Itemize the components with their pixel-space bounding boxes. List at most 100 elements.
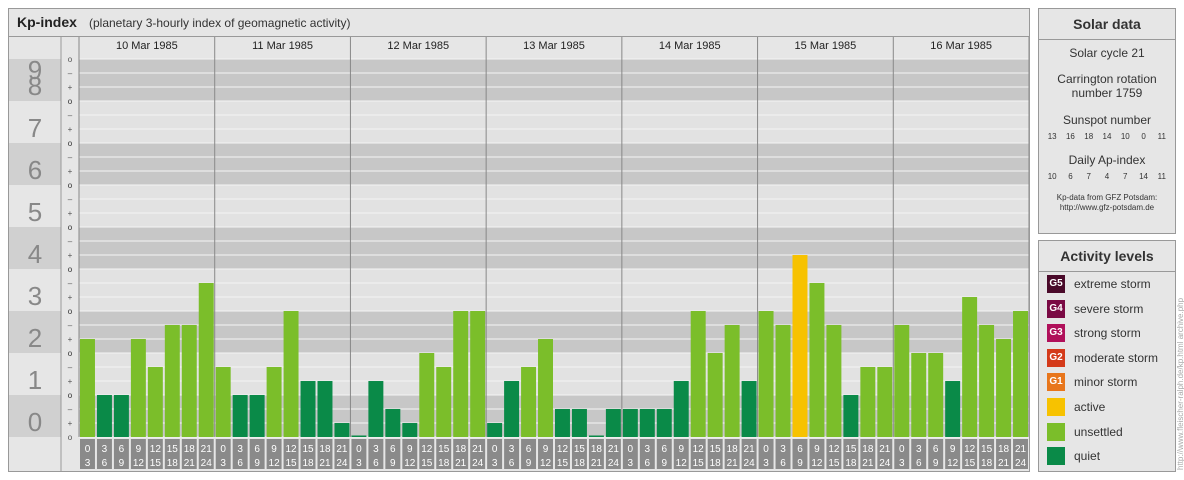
watermark: http://www.fleischer-ralph.de/kp.html ar… — [1176, 297, 1184, 470]
interval-start-label: 9 — [271, 444, 277, 455]
interval-start-label: 12 — [421, 444, 433, 455]
kp-bar — [80, 339, 95, 437]
solar-data-heading: Solar data — [1039, 9, 1175, 40]
interval-end-label: 24 — [608, 458, 620, 469]
interval-start-label: 6 — [526, 444, 532, 455]
interval-start-label: 9 — [814, 444, 820, 455]
interval-start-label: 0 — [628, 444, 634, 455]
interval-start-label: 3 — [237, 444, 243, 455]
y-tick-label: 6 — [28, 155, 42, 185]
data-credit: Kp-data from GFZ Potsdam: — [1056, 193, 1158, 202]
interval-start-label: 12 — [964, 444, 976, 455]
interval-end-label: 9 — [797, 458, 803, 469]
day-label: 14 Mar 1985 — [659, 40, 721, 52]
grid-band — [79, 269, 1029, 311]
legend-label: severe storm — [1074, 301, 1144, 316]
ap-index-label: Daily Ap-index — [1068, 153, 1146, 167]
ap-value: 6 — [1068, 172, 1073, 181]
kp-bar — [181, 324, 197, 437]
interval-end-label: 9 — [254, 458, 260, 469]
kp-bar — [147, 366, 163, 437]
activity-levels-panel: Activity levels G5 extreme storm G4 severe … — [1038, 240, 1176, 472]
legend-label: active — [1074, 400, 1106, 414]
interval-end-label: 15 — [557, 458, 569, 469]
sub-tick-label: – — [68, 111, 73, 120]
interval-end-label: 12 — [676, 458, 688, 469]
interval-end-label: 6 — [509, 458, 515, 469]
kp-bar — [283, 311, 299, 437]
kp-bar — [419, 353, 435, 437]
ap-value: 7 — [1086, 172, 1091, 181]
interval-start-label: 12 — [285, 444, 297, 455]
sub-tick-label: + — [68, 419, 73, 428]
legend-label: moderate storm — [1074, 350, 1159, 365]
sunspot-value: 13 — [1047, 132, 1057, 141]
kp-bar — [605, 408, 621, 437]
interval-start-label: 0 — [492, 444, 498, 455]
interval-start-label: 0 — [85, 444, 91, 455]
kp-bar — [215, 366, 231, 437]
legend-item: G5 extreme storm — [1047, 274, 1151, 294]
kp-bar — [521, 366, 537, 437]
interval-end-label: 24 — [879, 458, 891, 469]
interval-start-label: 9 — [950, 444, 956, 455]
sub-tick-label: o — [68, 391, 73, 400]
solar-data-panel: Solar data Solar cycle 21 Carrington rot… — [1038, 8, 1176, 234]
kp-bar — [249, 395, 265, 437]
sub-tick-label: + — [68, 293, 73, 302]
kp-bar — [962, 297, 978, 437]
y-tick-label: 0 — [28, 407, 42, 437]
interval-start-label: 15 — [167, 444, 179, 455]
interval-end-label: 3 — [628, 458, 634, 469]
interval-end-label: 12 — [540, 458, 552, 469]
kp-bar — [538, 339, 553, 437]
legend-label: unsettled — [1074, 424, 1123, 439]
interval-end-label: 3 — [356, 458, 362, 469]
sunspot-value: 16 — [1065, 132, 1075, 141]
data-credit-url: http://www.gfz-potsdam.de — [1059, 203, 1155, 212]
interval-end-label: 21 — [319, 458, 331, 469]
interval-end-label: 18 — [438, 458, 450, 469]
legend-item: G2 moderate storm — [1047, 348, 1158, 368]
ap-value: 11 — [1157, 172, 1166, 181]
kp-bar — [588, 435, 604, 437]
interval-end-label: 9 — [526, 458, 532, 469]
sub-tick-label: – — [68, 279, 73, 288]
sub-tick-label: – — [68, 153, 73, 162]
interval-start-label: 21 — [201, 444, 213, 455]
sub-tick-label: – — [68, 195, 73, 204]
day-label: 12 Mar 1985 — [387, 40, 449, 52]
sub-tick-label: + — [68, 377, 73, 386]
ap-value: 4 — [1104, 172, 1110, 181]
interval-end-label: 3 — [899, 458, 905, 469]
kp-bar — [402, 423, 418, 437]
legend-swatch — [1047, 398, 1065, 416]
kp-bar — [639, 408, 655, 437]
interval-start-label: 3 — [780, 444, 786, 455]
kp-bar — [334, 423, 350, 437]
sub-tick-label: + — [68, 209, 73, 218]
kp-bar — [707, 353, 723, 437]
interval-end-label: 18 — [710, 458, 722, 469]
interval-start-label: 21 — [472, 444, 484, 455]
kp-bar — [809, 282, 825, 437]
kp-bar — [266, 366, 282, 437]
grid-band — [79, 227, 1029, 269]
kp-bar — [622, 408, 638, 437]
interval-start-label: 18 — [862, 444, 874, 455]
kp-bar — [656, 408, 672, 437]
sub-tick-label: + — [68, 125, 73, 134]
kp-bar — [911, 353, 927, 437]
interval-end-label: 15 — [421, 458, 433, 469]
day-label: 13 Mar 1985 — [523, 40, 585, 52]
ap-index-values: 10 6 7 4 7 14 11 — [1039, 172, 1175, 181]
interval-end-label: 15 — [693, 458, 705, 469]
interval-start-label: 9 — [543, 444, 549, 455]
kp-bar — [741, 381, 757, 437]
sunspot-value: 18 — [1084, 132, 1094, 141]
activity-levels-heading: Activity levels — [1039, 241, 1175, 272]
interval-start-label: 12 — [828, 444, 840, 455]
interval-start-label: 0 — [356, 444, 362, 455]
legend-swatch: G2 — [1047, 348, 1065, 367]
kp-bar — [198, 282, 214, 437]
